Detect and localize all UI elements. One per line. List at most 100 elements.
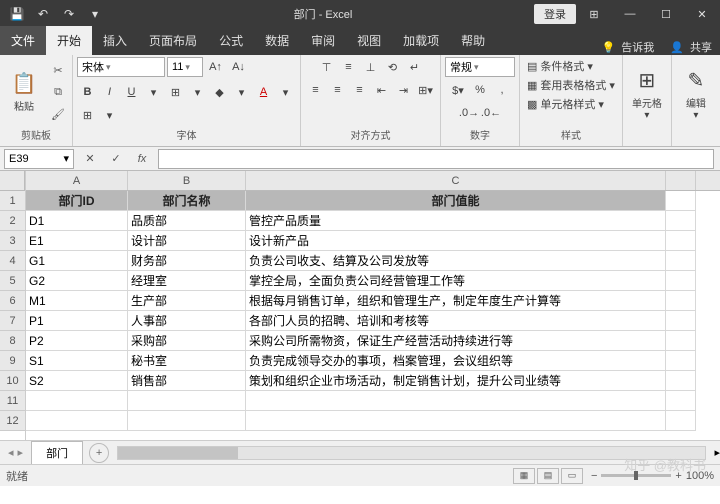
tab-review[interactable]: 审阅	[300, 26, 346, 55]
format-painter-icon[interactable]: 🖌	[48, 104, 68, 124]
cell[interactable]	[26, 391, 128, 411]
cell[interactable]	[128, 411, 246, 431]
tab-layout[interactable]: 页面布局	[138, 26, 208, 55]
tell-me-button[interactable]: 告诉我	[621, 39, 654, 55]
copy-icon[interactable]: ⧉	[48, 82, 68, 102]
cell[interactable]	[246, 391, 666, 411]
cell[interactable]: S1	[26, 351, 128, 371]
cell[interactable]	[246, 411, 666, 431]
fill-color-button[interactable]: ◆	[209, 82, 230, 102]
wrap-text-icon[interactable]: ↵	[404, 57, 425, 77]
font-color-button[interactable]: A	[253, 82, 274, 102]
row-header[interactable]: 12	[0, 411, 25, 431]
cell[interactable]: 采购部	[128, 331, 246, 351]
tab-home[interactable]: 开始	[46, 26, 92, 55]
header-cell[interactable]: 部门名称	[128, 191, 246, 211]
select-all-corner[interactable]	[0, 171, 25, 191]
row-header[interactable]: 9	[0, 351, 25, 371]
cell[interactable]: G2	[26, 271, 128, 291]
cut-icon[interactable]: ✂	[48, 60, 68, 80]
cell[interactable]: 生产部	[128, 291, 246, 311]
tab-view[interactable]: 视图	[346, 26, 392, 55]
fx-icon[interactable]: fx	[132, 149, 152, 169]
formula-input[interactable]	[158, 149, 714, 169]
cell[interactable]: 采购公司所需物资，保证生产经营活动持续进行等	[246, 331, 666, 351]
close-icon[interactable]: ✕	[684, 0, 720, 28]
cell[interactable]: 设计部	[128, 231, 246, 251]
font-name-combo[interactable]: 宋体▾	[77, 57, 165, 77]
zoom-level[interactable]: 100%	[686, 470, 714, 482]
decrease-decimal-icon[interactable]: .0←	[481, 103, 502, 123]
row-header[interactable]: 8	[0, 331, 25, 351]
cell[interactable]: 人事部	[128, 311, 246, 331]
cell[interactable]: 经理室	[128, 271, 246, 291]
cell[interactable]: 设计新产品	[246, 231, 666, 251]
col-header[interactable]: A	[26, 171, 128, 190]
cell[interactable]: G1	[26, 251, 128, 271]
cell[interactable]: E1	[26, 231, 128, 251]
normal-view-icon[interactable]: ▦	[513, 468, 535, 484]
login-button[interactable]: 登录	[534, 4, 576, 24]
cell[interactable]: 管控产品质量	[246, 211, 666, 231]
tab-data[interactable]: 数据	[254, 26, 300, 55]
row-header[interactable]: 6	[0, 291, 25, 311]
header-cell[interactable]: 部门ID	[26, 191, 128, 211]
cell[interactable]: P1	[26, 311, 128, 331]
percent-icon[interactable]: %	[470, 80, 491, 100]
cancel-icon[interactable]: ✕	[80, 149, 100, 169]
align-center-icon[interactable]: ≡	[327, 80, 348, 100]
cell[interactable]: M1	[26, 291, 128, 311]
shrink-font-icon[interactable]: A↓	[228, 57, 249, 77]
undo-icon[interactable]: ↶	[32, 3, 54, 25]
tab-file[interactable]: 文件	[0, 26, 46, 55]
row-header[interactable]: 10	[0, 371, 25, 391]
page-layout-view-icon[interactable]: ▤	[537, 468, 559, 484]
name-box[interactable]: E39▾	[4, 149, 74, 169]
cell[interactable]: 销售部	[128, 371, 246, 391]
zoom-slider[interactable]	[601, 474, 671, 477]
zoom-in-icon[interactable]: +	[675, 470, 681, 482]
ribbon-options-icon[interactable]: ⊞	[576, 0, 612, 28]
cell[interactable]: 掌控全局，全面负责公司经营管理工作等	[246, 271, 666, 291]
align-left-icon[interactable]: ≡	[305, 80, 326, 100]
grow-font-icon[interactable]: A↑	[205, 57, 226, 77]
row-header[interactable]: 5	[0, 271, 25, 291]
paste-button[interactable]: 📋粘贴	[4, 59, 44, 125]
increase-indent-icon[interactable]: ⇥	[393, 80, 414, 100]
align-top-icon[interactable]: ⊤	[316, 57, 337, 77]
cell[interactable]: P2	[26, 331, 128, 351]
cell[interactable]: 策划和组织企业市场活动，制定销售计划，提升公司业绩等	[246, 371, 666, 391]
sheet-nav-prev-icon[interactable]: ◂	[8, 446, 14, 459]
cell[interactable]: 品质部	[128, 211, 246, 231]
horizontal-scrollbar[interactable]	[117, 446, 706, 460]
share-button[interactable]: 共享	[690, 39, 712, 55]
row-header[interactable]: 3	[0, 231, 25, 251]
conditional-format-button[interactable]: ▤条件格式▾	[524, 57, 596, 75]
tab-addins[interactable]: 加载项	[392, 26, 450, 55]
scroll-right-icon[interactable]: ▸	[714, 446, 720, 459]
merge-button[interactable]: ⊞▾	[415, 80, 436, 100]
tab-formulas[interactable]: 公式	[208, 26, 254, 55]
redo-icon[interactable]: ↷	[58, 3, 80, 25]
col-header[interactable]	[666, 171, 696, 190]
header-cell[interactable]: 部门值能	[246, 191, 666, 211]
minimize-icon[interactable]: —	[612, 0, 648, 28]
save-icon[interactable]: 💾	[6, 3, 28, 25]
cell[interactable]: 根据每月销售订单，组织和管理生产，制定年度生产计算等	[246, 291, 666, 311]
editing-button[interactable]: ✎编辑▾	[676, 61, 716, 127]
orientation-icon[interactable]: ⟲	[382, 57, 403, 77]
cell[interactable]	[128, 391, 246, 411]
sheet-nav-next-icon[interactable]: ▸	[18, 446, 24, 459]
col-header[interactable]: C	[246, 171, 666, 190]
enter-icon[interactable]: ✓	[106, 149, 126, 169]
number-format-combo[interactable]: 常规▾	[445, 57, 515, 77]
border-button[interactable]: ⊞	[165, 82, 186, 102]
font-size-combo[interactable]: 11▾	[167, 57, 203, 77]
sheet-tab[interactable]: 部门	[31, 441, 83, 464]
cell[interactable]: S2	[26, 371, 128, 391]
cell[interactable]: 秘书室	[128, 351, 246, 371]
align-middle-icon[interactable]: ≡	[338, 57, 359, 77]
cells-button[interactable]: ⊞单元格▾	[627, 61, 667, 127]
tab-help[interactable]: 帮助	[450, 26, 496, 55]
cell[interactable]: D1	[26, 211, 128, 231]
